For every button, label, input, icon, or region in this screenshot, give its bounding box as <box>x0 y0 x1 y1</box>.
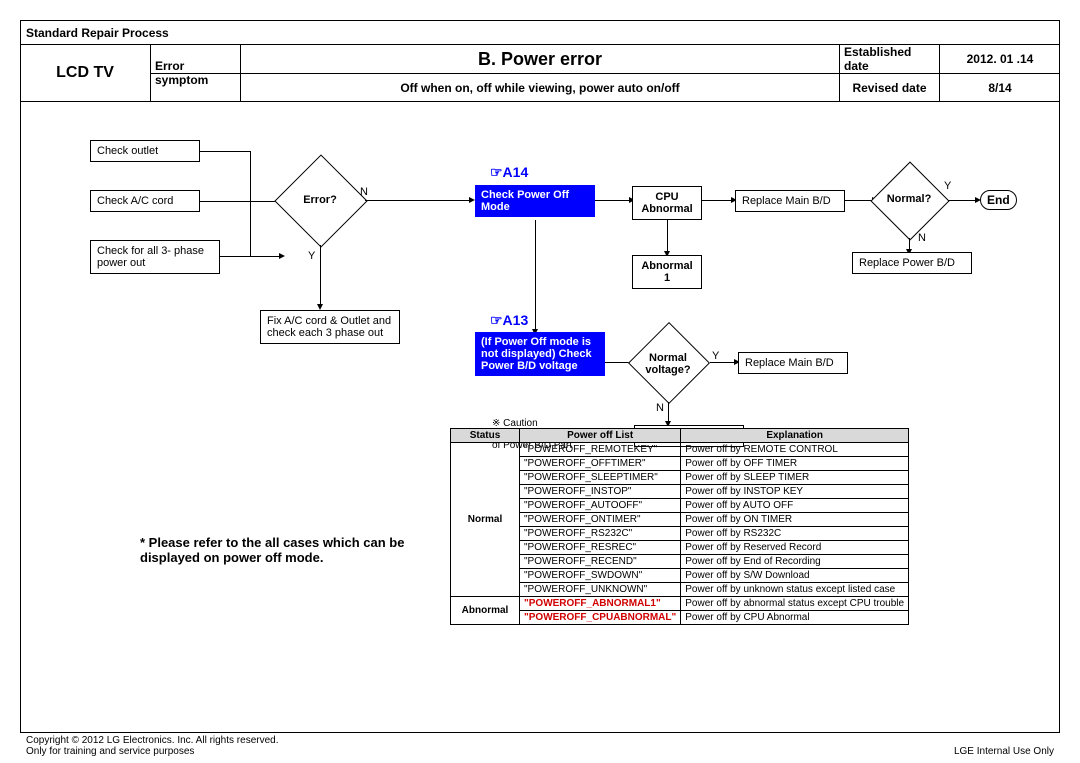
diamond-normal <box>870 161 949 240</box>
poweroff-explanation: Power off by unknown status except liste… <box>681 583 909 597</box>
edge-y2: Y <box>944 180 951 192</box>
end-node: End <box>980 190 1017 210</box>
poweroff-explanation: Power off by S/W Download <box>681 569 909 583</box>
copyright: Copyright © 2012 LG Electronics. Inc. Al… <box>26 735 278 746</box>
poweroff-list-item-abnormal: "POWEROFF_CPUABNORMAL" <box>520 611 681 625</box>
box-fix: Fix A/C cord & Outlet and check each 3 p… <box>260 310 400 344</box>
poweroff-list-item: "POWEROFF_RESREC" <box>520 541 681 555</box>
status-normal: Normal <box>451 443 520 597</box>
established-date-label: Established date <box>840 45 940 73</box>
poweroff-explanation: Power off by Reserved Record <box>681 541 909 555</box>
poweroff-list-item: "POWEROFF_OFFTIMER" <box>520 457 681 471</box>
poweroff-explanation: Power off by abnormal status except CPU … <box>681 597 909 611</box>
doc-header: Standard Repair Process <box>26 26 169 40</box>
poweroff-explanation: Power off by CPU Abnormal <box>681 611 909 625</box>
poweroff-list-item: "POWEROFF_RECEND" <box>520 555 681 569</box>
poweroff-list-item: "POWEROFF_UNKNOWN" <box>520 583 681 597</box>
poweroff-list-item: "POWEROFF_INSTOP" <box>520 485 681 499</box>
header-table: LCD TV Error symptom B. Power error Esta… <box>20 44 1060 102</box>
poweroff-explanation: Power off by REMOTE CONTROL <box>681 443 909 457</box>
footer-note: Only for training and service purposes <box>26 746 278 757</box>
symptom-desc: Off when on, off while viewing, power au… <box>241 74 840 101</box>
poweroff-explanation: Power off by End of Recording <box>681 555 909 569</box>
edge-y: Y <box>308 250 315 262</box>
lcd-tv-cell: LCD TV <box>20 45 151 101</box>
tag-a14: ☞A14 <box>490 164 528 181</box>
footer-right: LGE Internal Use Only <box>954 746 1054 757</box>
poweroff-explanation: Power off by SLEEP TIMER <box>681 471 909 485</box>
edge-n2: N <box>918 232 926 244</box>
poweroff-explanation: Power off by ON TIMER <box>681 513 909 527</box>
main-title: B. Power error <box>241 45 840 73</box>
box-check-power-off-mode: Check Power Off Mode <box>475 185 595 217</box>
power-off-table: Status Power off List Explanation Normal… <box>450 428 909 625</box>
poweroff-list-item: "POWEROFF_SWDOWN" <box>520 569 681 583</box>
poweroff-list-item: "POWEROFF_SLEEPTIMER" <box>520 471 681 485</box>
poweroff-list-item: "POWEROFF_AUTOOFF" <box>520 499 681 513</box>
status-abnormal: Abnormal <box>451 597 520 625</box>
footer-left: Copyright © 2012 LG Electronics. Inc. Al… <box>26 735 278 757</box>
poweroff-explanation: Power off by RS232C <box>681 527 909 541</box>
box-check-ac: Check A/C cord <box>90 190 200 212</box>
poweroff-explanation: Power off by AUTO OFF <box>681 499 909 513</box>
edge-n3: N <box>656 402 664 414</box>
box-replace-main-2: Replace Main B/D <box>738 352 848 374</box>
revised-date-label: Revised date <box>840 74 940 101</box>
box-check-3phase: Check for all 3- phase power out <box>90 240 220 274</box>
col-explanation: Explanation <box>681 429 909 443</box>
edge-y3: Y <box>712 350 719 362</box>
col-status: Status <box>451 429 520 443</box>
poweroff-list-item: "POWEROFF_REMOTEKEY" <box>520 443 681 457</box>
flowchart: Check outlet Check A/C cord Check for al… <box>20 100 1060 733</box>
poweroff-explanation: Power off by OFF TIMER <box>681 457 909 471</box>
tag-a13: ☞A13 <box>490 312 528 329</box>
box-check-outlet: Check outlet <box>90 140 200 162</box>
reference-note: * Please refer to the all cases which ca… <box>140 535 440 565</box>
poweroff-list-item: "POWEROFF_RS232C" <box>520 527 681 541</box>
box-abnormal1: Abnormal 1 <box>632 255 702 289</box>
established-date: 2012. 01 .14 <box>940 45 1060 73</box>
edge-n: N <box>360 186 368 198</box>
col-list: Power off List <box>520 429 681 443</box>
diamond-error <box>274 154 367 247</box>
poweroff-list-item-abnormal: "POWEROFF_ABNORMAL1" <box>520 597 681 611</box>
diamond-normal-voltage <box>628 322 710 404</box>
box-if-poweroff: (If Power Off mode is not displayed) Che… <box>475 332 605 376</box>
box-cpu-abnormal: CPU Abnormal <box>632 186 702 220</box>
box-replace-power-1: Replace Power B/D <box>852 252 972 274</box>
poweroff-list-item: "POWEROFF_ONTIMER" <box>520 513 681 527</box>
poweroff-explanation: Power off by INSTOP KEY <box>681 485 909 499</box>
page-number: 8/14 <box>940 74 1060 101</box>
box-replace-main-1: Replace Main B/D <box>735 190 845 212</box>
